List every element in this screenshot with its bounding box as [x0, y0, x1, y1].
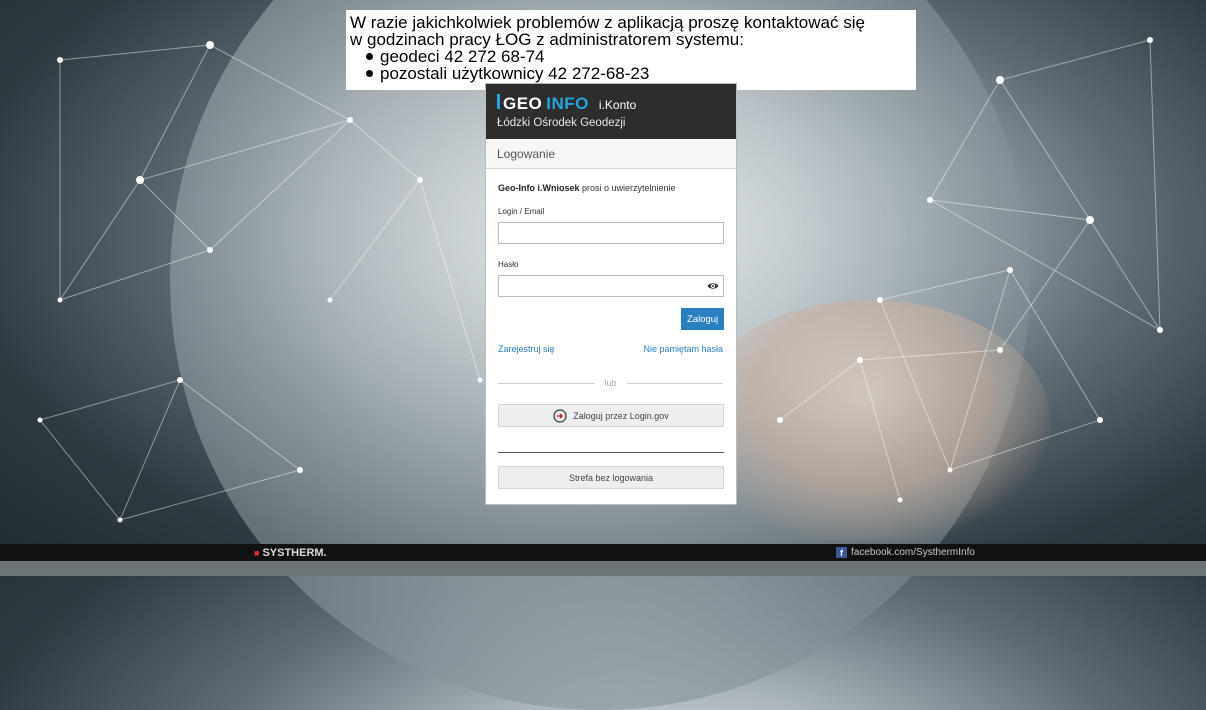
systherm-logo: ■ SYSTHERM. [254, 547, 327, 559]
login-label: Login / Email [498, 207, 545, 216]
or-text: lub [604, 378, 617, 388]
divider-line [498, 382, 595, 384]
bottom-strip [0, 561, 1206, 576]
or-divider: lub [498, 378, 724, 388]
account-links: Zarejestruj się Nie pamiętam hasła [498, 344, 723, 354]
logo-geo: GEO [503, 94, 543, 113]
notice-contact-list: geodeci 42 272 68-74 pozostali użytkowni… [350, 48, 916, 82]
notice-item-text: geodeci 42 272 68-74 [380, 47, 545, 66]
bullet-icon [366, 70, 373, 77]
password-label: Hasło [498, 260, 519, 269]
notice-item-text: pozostali użytkownicy 42 272-68-23 [380, 64, 650, 83]
section-title: Logowanie [486, 139, 736, 169]
product-name: i.Konto [598, 98, 637, 112]
register-link[interactable]: Zarejestruj się [498, 344, 555, 354]
eye-icon[interactable] [707, 280, 719, 292]
password-input[interactable] [498, 275, 724, 297]
panel-header: GEO INFO i.Konto Łódzki Ośrodek Geodezji [486, 84, 736, 139]
divider-line [626, 382, 724, 384]
separator [498, 452, 724, 453]
facebook-icon: f [836, 547, 847, 558]
forgot-password-link[interactable]: Nie pamiętam hasła [643, 344, 723, 354]
auth-text: prosi o uwierzytelnienie [579, 183, 676, 193]
logo-info: INFO [546, 94, 589, 113]
notice-line-1: W razie jakichkolwiek problemów z aplika… [350, 13, 865, 32]
login-gov-label: Zaloguj przez Login.gov [573, 410, 669, 421]
login-form: Geo-Info i.Wniosek prosi o uwierzytelnie… [486, 169, 736, 489]
bullet-icon [366, 53, 373, 60]
facebook-text: facebook.com/SysthermInfo [851, 547, 975, 558]
password-wrapper [498, 275, 724, 297]
contact-notice: W razie jakichkolwiek problemów z aplika… [346, 10, 916, 90]
login-arrow-icon [553, 408, 567, 423]
login-email-input[interactable] [498, 222, 724, 244]
login-panel: GEO INFO i.Konto Łódzki Ośrodek Geodezji… [485, 83, 737, 505]
guest-zone-button[interactable]: Strefa bez logowania [498, 466, 724, 489]
facebook-link[interactable]: f facebook.com/SysthermInfo [836, 547, 975, 558]
logo-bar [497, 94, 500, 109]
systherm-text: SYSTHERM. [262, 547, 327, 559]
systherm-mark-icon: ■ [254, 548, 260, 558]
organization-name: Łódzki Ośrodek Geodezji [497, 117, 626, 129]
login-gov-button[interactable]: Zaloguj przez Login.gov [498, 404, 724, 427]
auth-message: Geo-Info i.Wniosek prosi o uwierzytelnie… [498, 183, 723, 193]
notice-item-geodeci: geodeci 42 272 68-74 [366, 48, 916, 65]
login-button[interactable]: Zaloguj [681, 308, 724, 330]
notice-line-2: w godzinach pracy ŁOG z administratorem … [350, 30, 744, 49]
footer-bar: ■ SYSTHERM. f facebook.com/SysthermInfo [0, 544, 1206, 561]
notice-item-others: pozostali użytkownicy 42 272-68-23 [366, 65, 916, 82]
auth-app-name: Geo-Info i.Wniosek [498, 183, 580, 193]
geoinfo-logo: GEO INFO i.Konto [497, 94, 736, 114]
